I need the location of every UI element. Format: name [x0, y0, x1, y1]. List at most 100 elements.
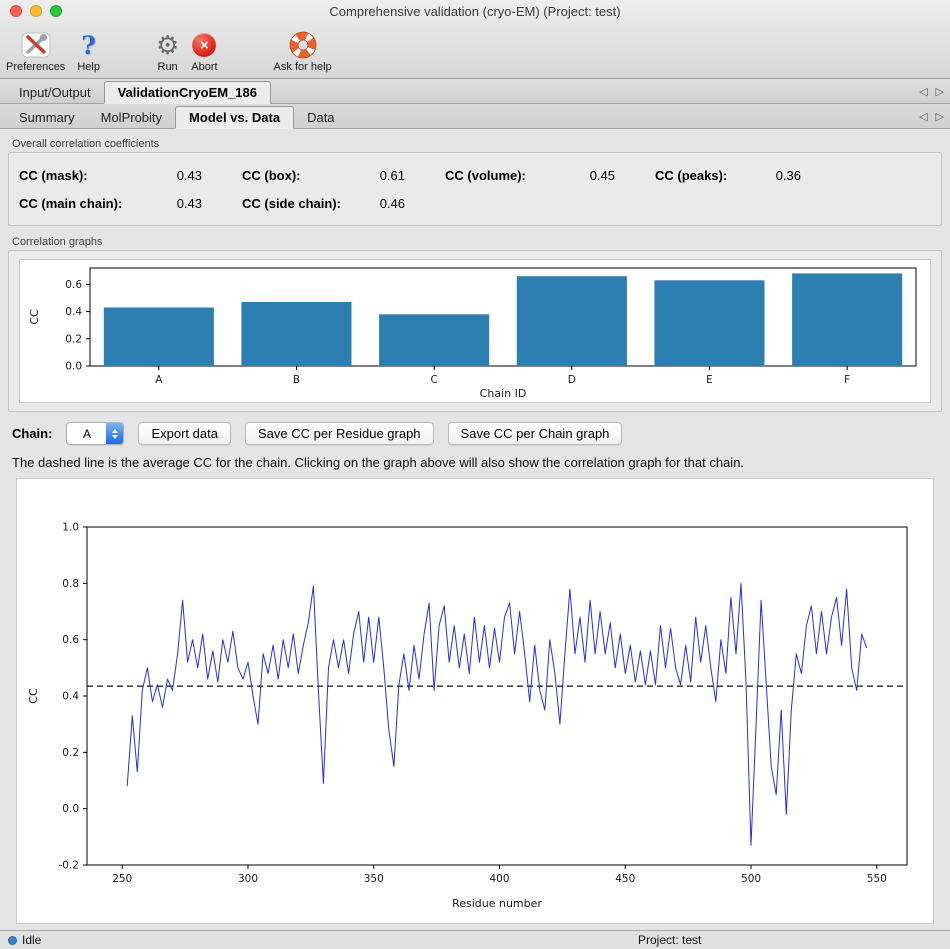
status-text: Idle — [22, 933, 41, 947]
ask-for-help-label: Ask for help — [274, 61, 332, 73]
save-cc-per-chain-button[interactable]: Save CC per Chain graph — [448, 422, 623, 445]
run-label: Run — [158, 61, 178, 73]
abort-x-icon: × — [192, 30, 216, 60]
cc-side-chain-value: 0.46 — [357, 196, 405, 211]
cc-row-1: CC (mask): 0.43 CC (box): 0.61 CC (volum… — [19, 161, 931, 189]
cc-main-chain-value: 0.43 — [154, 196, 202, 211]
cc-per-residue-panel: -0.2 0.0 0.2 0.4 0.6 0.8 1.0 250 300 350 400 450 500… — [16, 478, 934, 924]
sub-tab-bar: Summary MolProbity Model vs. Data Data ◁… — [0, 104, 950, 129]
sub-tab-pager-right-icon[interactable]: ▷ — [936, 110, 944, 123]
tab-pager-right-icon[interactable]: ▷ — [936, 85, 944, 98]
tab-model-vs-data[interactable]: Model vs. Data — [175, 106, 294, 129]
cc-mask-label: CC (mask): — [19, 168, 154, 183]
sub-tab-pager-left-icon[interactable]: ◁ — [919, 110, 927, 123]
cc-peaks-label: CC (peaks): — [655, 168, 753, 183]
tab-summary[interactable]: Summary — [6, 107, 88, 128]
help-question-icon: ? — [81, 30, 96, 60]
chain-select-value: A — [67, 423, 106, 444]
main-tab-bar: Input/Output ValidationCryoEM_186 ◁ ▷ — [0, 79, 950, 104]
tab-pager-left-icon[interactable]: ◁ — [919, 85, 927, 98]
cc-per-chain-chart[interactable]: 0.0 0.2 0.4 0.6 A B C D E F Chain ID CC — [20, 260, 928, 402]
svg-text:D: D — [568, 374, 576, 386]
svg-text:0.6: 0.6 — [62, 634, 79, 646]
svg-text:A: A — [155, 374, 163, 386]
zoom-button[interactable] — [50, 5, 62, 17]
svg-text:350: 350 — [364, 873, 384, 885]
export-data-button[interactable]: Export data — [138, 422, 231, 445]
svg-text:Residue number: Residue number — [452, 897, 542, 910]
svg-text:500: 500 — [741, 873, 761, 885]
abort-button[interactable]: × Abort — [191, 30, 217, 73]
chain-label: Chain: — [12, 426, 52, 441]
lifering-icon — [289, 30, 317, 60]
svg-text:F: F — [844, 374, 850, 386]
svg-text:E: E — [706, 374, 713, 386]
chain-select-stepper-icon — [106, 423, 123, 444]
tab-validationcryoem-186[interactable]: ValidationCryoEM_186 — [104, 81, 271, 104]
svg-text:1.0: 1.0 — [62, 522, 79, 534]
chain-select[interactable]: A — [66, 422, 124, 445]
svg-text:0.4: 0.4 — [62, 691, 79, 703]
run-gear-icon: ⚙ — [156, 30, 179, 60]
svg-text:0.0: 0.0 — [65, 361, 82, 373]
svg-text:-0.2: -0.2 — [59, 860, 80, 872]
svg-text:CC: CC — [27, 688, 40, 704]
svg-text:0.4: 0.4 — [65, 306, 82, 318]
window-title: Comprehensive validation (cryo-EM) (Proj… — [329, 4, 620, 19]
preferences-button[interactable]: Preferences — [6, 30, 65, 73]
correlation-graphs-section-label: Correlation graphs — [12, 236, 950, 248]
overall-cc-box: CC (mask): 0.43 CC (box): 0.61 CC (volum… — [8, 152, 942, 226]
run-button[interactable]: ⚙ Run — [156, 30, 179, 73]
svg-text:0.2: 0.2 — [65, 333, 82, 345]
cc-volume-value: 0.45 — [567, 168, 615, 183]
model-vs-data-panel: Overall correlation coefficients CC (mas… — [0, 129, 950, 924]
save-cc-per-residue-button[interactable]: Save CC per Residue graph — [245, 422, 434, 445]
svg-text:400: 400 — [489, 873, 509, 885]
svg-text:CC: CC — [28, 309, 41, 325]
svg-text:0.0: 0.0 — [62, 803, 79, 815]
cc-per-residue-chart: -0.2 0.0 0.2 0.4 0.6 0.8 1.0 250 300 350 400 450 500… — [17, 479, 929, 919]
svg-text:0.2: 0.2 — [62, 747, 79, 759]
title-bar: Comprehensive validation (cryo-EM) (Proj… — [0, 0, 950, 22]
close-button[interactable] — [10, 5, 22, 17]
toolbar: Preferences ? Help ⚙ Run × Abort — [0, 22, 950, 78]
tab-molprobity[interactable]: MolProbity — [88, 107, 175, 128]
status-bar: Idle Project: test — [0, 930, 950, 949]
preferences-tools-icon — [21, 30, 51, 60]
cc-mask-value: 0.43 — [154, 168, 202, 183]
help-button[interactable]: ? Help — [77, 30, 100, 73]
abort-label: Abort — [191, 61, 217, 73]
preferences-label: Preferences — [6, 61, 65, 73]
cc-peaks-value: 0.36 — [753, 168, 801, 183]
chain-help-text: The dashed line is the average CC for th… — [12, 455, 938, 470]
svg-text:C: C — [430, 374, 437, 386]
svg-text:300: 300 — [238, 873, 258, 885]
project-label: Project: test — [638, 933, 701, 947]
cc-volume-label: CC (volume): — [445, 168, 567, 183]
tab-pager: ◁ ▷ — [919, 79, 944, 103]
cc-per-chain-panel: 0.0 0.2 0.4 0.6 A B C D E F Chain ID CC — [19, 259, 931, 403]
svg-text:0.8: 0.8 — [62, 578, 79, 590]
tab-input-output[interactable]: Input/Output — [6, 82, 104, 103]
svg-text:550: 550 — [867, 873, 887, 885]
minimize-button[interactable] — [30, 5, 42, 17]
svg-text:0.6: 0.6 — [65, 279, 82, 291]
overall-cc-section-label: Overall correlation coefficients — [12, 138, 950, 150]
svg-text:B: B — [293, 374, 300, 386]
cc-side-chain-label: CC (side chain): — [242, 196, 357, 211]
svg-text:Chain ID: Chain ID — [480, 387, 527, 400]
cc-box-value: 0.61 — [357, 168, 405, 183]
cc-main-chain-label: CC (main chain): — [19, 196, 154, 211]
help-label: Help — [77, 61, 100, 73]
sub-tab-pager: ◁ ▷ — [919, 104, 944, 128]
svg-text:250: 250 — [112, 873, 132, 885]
svg-text:450: 450 — [615, 873, 635, 885]
cc-row-2: CC (main chain): 0.43 CC (side chain): 0… — [19, 189, 931, 217]
window-header: Comprehensive validation (cryo-EM) (Proj… — [0, 0, 950, 79]
tab-data[interactable]: Data — [294, 107, 347, 128]
ask-for-help-button[interactable]: Ask for help — [274, 30, 332, 73]
correlation-graphs-box: 0.0 0.2 0.4 0.6 A B C D E F Chain ID CC — [8, 250, 942, 412]
chain-controls-row: Chain: A Export data Save CC per Residue… — [12, 422, 938, 445]
status-indicator-dot — [8, 936, 17, 945]
cc-box-label: CC (box): — [242, 168, 357, 183]
